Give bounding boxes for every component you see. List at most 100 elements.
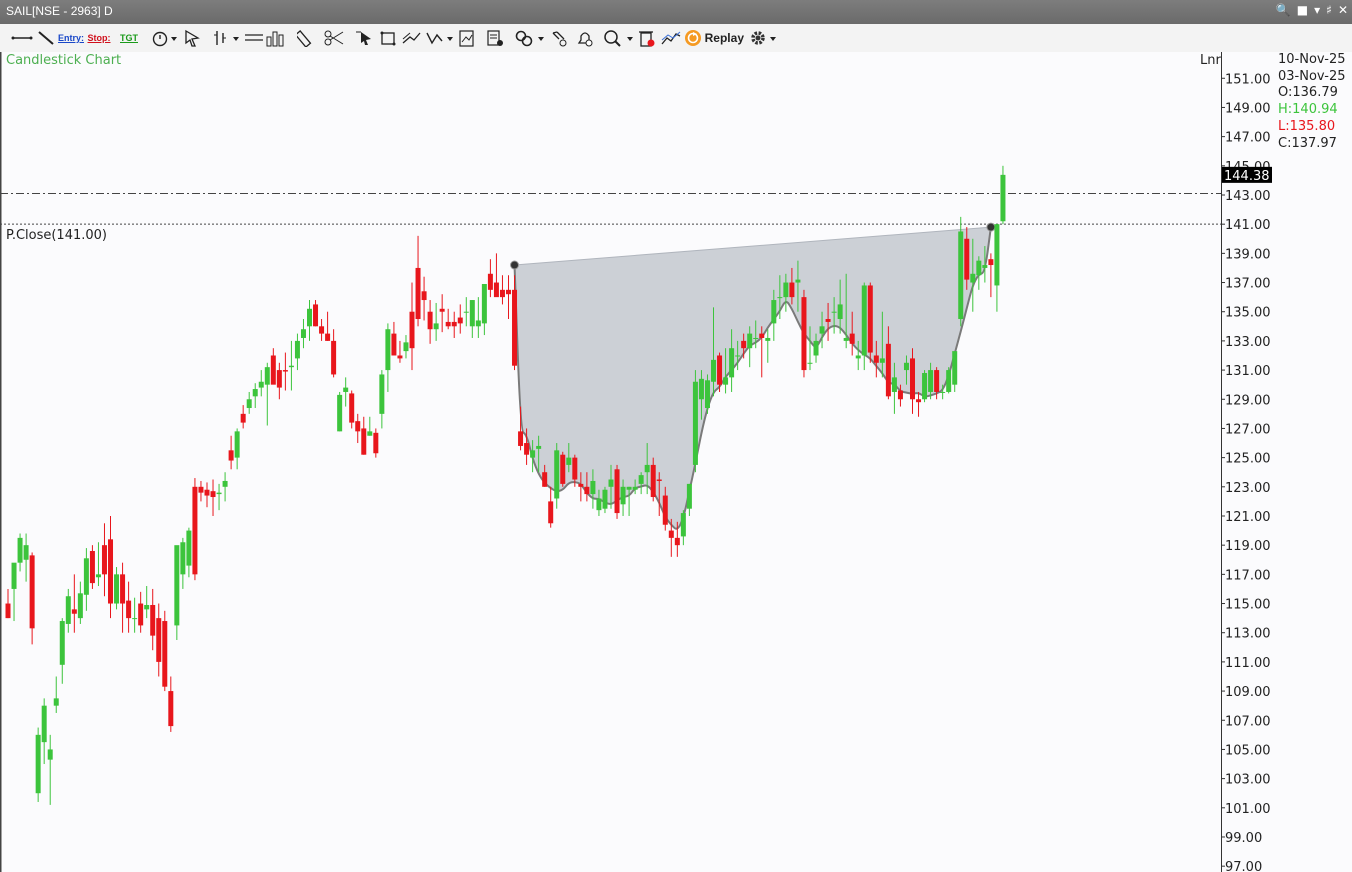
candle-body [638, 475, 644, 484]
stop-tool-button[interactable]: Stop: [88, 28, 111, 48]
candle-body [11, 562, 17, 589]
close-icon[interactable]: ✕ [1338, 3, 1348, 17]
chart-area[interactable]: 151.00149.00147.00145.00143.00141.00139.… [0, 52, 1352, 872]
stopwatch-icon[interactable] [150, 28, 178, 48]
candle-body [439, 308, 445, 312]
y-tick-label-13: 125.00 [1225, 452, 1271, 467]
candle-body [524, 443, 530, 455]
candle-body [903, 362, 909, 371]
candle-body [144, 604, 150, 610]
pattern-anchor-end[interactable] [986, 222, 996, 232]
candle-body [397, 355, 403, 359]
candle-body [530, 450, 536, 458]
candle-body [180, 542, 186, 575]
y-tick-label-14: 123.00 [1225, 481, 1271, 496]
candle-body [77, 593, 83, 619]
candle-body [120, 574, 126, 604]
settings-gear-icon[interactable] [748, 28, 778, 48]
bar-style-icon[interactable] [212, 28, 240, 48]
candle-body [741, 340, 747, 349]
candle-body [198, 486, 204, 493]
y-tick-label-11: 129.00 [1225, 393, 1271, 408]
candle [946, 367, 952, 394]
pattern-anchor-start[interactable] [510, 260, 520, 270]
candle-body [536, 445, 542, 449]
candle-body [735, 355, 741, 357]
candle-body [343, 387, 349, 392]
candle-body [300, 329, 306, 338]
candle-body [29, 555, 35, 629]
link-icon[interactable] [512, 28, 546, 48]
chart-toolbar: Entry: Stop: TGT Replay [0, 24, 1352, 53]
y-tick-label-1: 149.00 [1225, 101, 1271, 116]
pin-icon[interactable]: ♯ [1326, 3, 1332, 17]
target-tool-button[interactable]: TGT [118, 28, 140, 48]
line-segment-tool-icon[interactable] [10, 28, 34, 48]
candle-body [982, 265, 988, 268]
rectangle-tool-icon[interactable] [378, 28, 398, 48]
notes-icon[interactable] [484, 28, 506, 48]
channel-tool-icon[interactable] [400, 28, 422, 48]
search-icon[interactable]: 🔍 [1276, 3, 1291, 17]
delete-drawings-icon[interactable] [636, 28, 658, 48]
volume-bars-icon[interactable] [242, 28, 288, 48]
candle-body [41, 705, 47, 743]
pattern-tool-icon[interactable] [424, 28, 454, 48]
chevron-down-icon[interactable]: ▾ [1314, 3, 1320, 17]
candle-body [276, 370, 282, 388]
cursor-tool-icon[interactable] [182, 28, 202, 48]
crosshair-cursor-icon[interactable] [354, 28, 376, 48]
trendline-tool-icon[interactable] [36, 28, 56, 48]
candlestick-chart[interactable]: 151.00149.00147.00145.00143.00141.00139.… [0, 52, 1352, 872]
last-price-marker: 144.38 [1222, 166, 1272, 184]
scissors-icon[interactable] [322, 28, 350, 48]
candle-body [493, 282, 499, 298]
candle-body [964, 238, 970, 280]
y-tick-label-19: 113.00 [1225, 627, 1271, 642]
candle-body [843, 337, 849, 341]
candle [692, 370, 698, 473]
candle [801, 289, 807, 378]
candle-body [626, 486, 632, 490]
y-tick-label-2: 147.00 [1225, 131, 1271, 146]
candle-body [572, 457, 578, 480]
ruler-icon[interactable] [296, 28, 318, 48]
candle-body [723, 377, 729, 385]
candle-body [704, 380, 710, 409]
candle-body [584, 486, 590, 495]
candle-body [928, 370, 934, 392]
candle-body [819, 326, 825, 334]
candle-body [650, 464, 656, 498]
candle [35, 727, 41, 802]
candle-body [282, 370, 288, 372]
candle-body [602, 489, 608, 509]
alert-bell-icon[interactable] [574, 28, 596, 48]
candle-body [114, 574, 120, 604]
y-tick-label-26: 99.00 [1225, 831, 1262, 846]
save-icon[interactable]: ■ [1297, 3, 1308, 17]
document-chart-icon[interactable] [456, 28, 478, 48]
replay-button[interactable]: Replay [684, 28, 744, 48]
entry-tool-button[interactable]: Entry: [58, 28, 84, 48]
candle-body [916, 399, 922, 403]
candle-body [71, 609, 77, 614]
candle-body [403, 342, 409, 352]
candle-body [910, 358, 915, 400]
candle-body [505, 289, 511, 295]
scale-type-label[interactable]: Lnr [1200, 53, 1221, 68]
zoom-icon[interactable] [602, 28, 636, 48]
candle-body [891, 377, 897, 392]
candle-body [367, 431, 373, 436]
indicator-icon[interactable] [660, 28, 682, 48]
candle-body [777, 297, 783, 299]
magnet-icon[interactable] [548, 28, 570, 48]
y-tick-label-24: 103.00 [1225, 773, 1271, 788]
close-value: C:137.97 [1278, 136, 1337, 151]
candle-body [150, 604, 156, 636]
y-tick-label-21: 109.00 [1225, 685, 1271, 700]
candle-body [108, 539, 114, 604]
y-tick-label-5: 141.00 [1225, 218, 1271, 233]
candle-body [234, 431, 240, 458]
candle-body [264, 367, 270, 385]
candle-body [674, 537, 680, 546]
